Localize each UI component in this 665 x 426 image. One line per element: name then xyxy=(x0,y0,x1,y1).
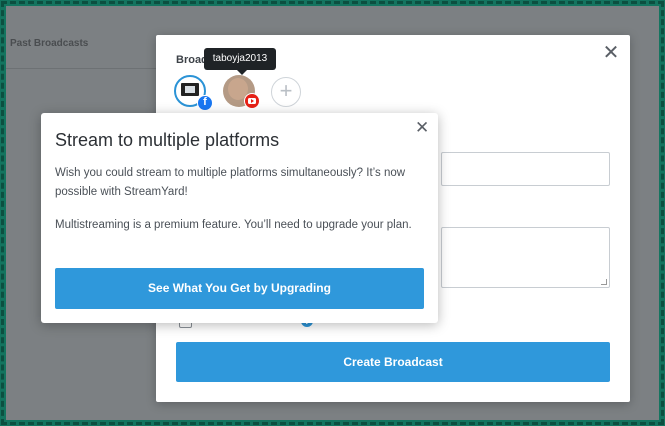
resize-handle-icon[interactable] xyxy=(601,279,607,285)
create-broadcast-button[interactable]: Create Broadcast xyxy=(176,342,610,382)
tab-past-broadcasts[interactable]: Past Broadcasts xyxy=(10,38,88,49)
facebook-icon: f xyxy=(197,95,213,111)
title-field[interactable] xyxy=(441,152,610,186)
multistream-popover: ✕ Stream to multiple platforms Wish you … xyxy=(41,113,438,323)
destinations-row: f + xyxy=(174,75,314,111)
description-field[interactable] xyxy=(441,227,610,288)
youtube-icon xyxy=(244,93,260,109)
facebook-destination[interactable]: f xyxy=(174,75,213,111)
upgrade-button[interactable]: See What You Get by Upgrading xyxy=(55,268,424,309)
popover-premium-note: Multistreaming is a premium feature. You… xyxy=(55,219,412,231)
popover-title: Stream to multiple platforms xyxy=(55,130,280,150)
studio-screen-icon xyxy=(181,83,199,96)
youtube-destination[interactable] xyxy=(223,75,260,109)
popover-close-icon[interactable]: ✕ xyxy=(415,119,429,136)
popover-description: Wish you could stream to multiple platfo… xyxy=(55,167,406,198)
close-icon[interactable]: ✕ xyxy=(602,43,620,63)
add-destination-button[interactable]: + xyxy=(271,77,301,107)
plus-icon: + xyxy=(279,78,293,103)
destination-tooltip: taboyja2013 xyxy=(204,48,276,75)
tab-divider xyxy=(6,68,156,69)
